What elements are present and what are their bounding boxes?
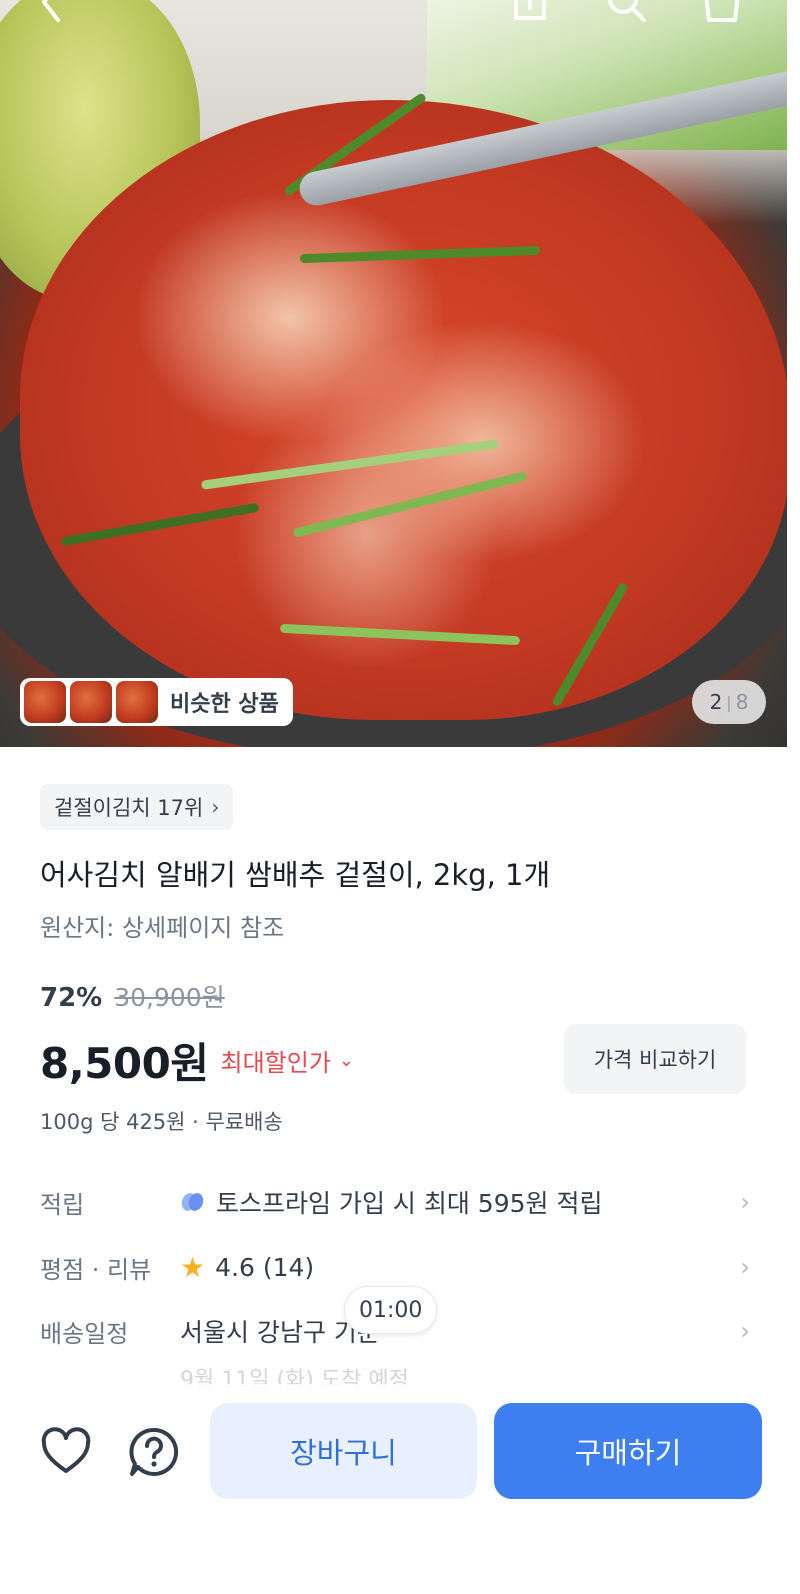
similar-thumbnail <box>70 681 112 723</box>
discount-row: 72% 30,900원 <box>40 978 225 1014</box>
rating-value: 4.6 (14) <box>215 1252 315 1282</box>
product-image[interactable]: 비슷한 상품 2 | 8 <box>0 0 787 747</box>
wishlist-button[interactable] <box>38 1424 94 1480</box>
page-current: 2 <box>709 690 723 714</box>
page-total: 8 <box>735 690 749 714</box>
max-discount-label: 최대할인가 <box>220 1049 331 1077</box>
buy-now-button[interactable]: 구매하기 <box>494 1403 762 1499</box>
rating-label: 평점 · 리뷰 <box>40 1255 152 1284</box>
inquiry-button[interactable] <box>126 1424 182 1480</box>
similar-products-label: 비슷한 상품 <box>170 692 279 717</box>
toss-prime-icon <box>181 1193 204 1211</box>
unit-price-shipping: 100g 당 425원 · 무료배송 <box>40 1110 283 1134</box>
max-discount-toggle[interactable]: 최대할인가 ⌄ <box>221 1043 355 1078</box>
points-label: 적립 <box>40 1190 85 1219</box>
rating-row[interactable]: 평점 · 리뷰 ★ 4.6 (14) › <box>40 1243 750 1291</box>
image-page-counter: 2 | 8 <box>692 680 766 724</box>
original-price: 30,900원 <box>114 983 225 1012</box>
delivery-label: 배송일정 <box>40 1319 129 1348</box>
page-separator: | <box>726 692 732 712</box>
points-row[interactable]: 적립 토스프라임 가입 시 최대 595원 적립 › <box>40 1178 750 1226</box>
back-arrow-icon[interactable] <box>28 0 76 26</box>
question-icon <box>129 1427 179 1476</box>
discount-rate: 72% <box>40 983 103 1013</box>
add-to-cart-button[interactable]: 장바구니 <box>210 1403 477 1499</box>
image-kimchi <box>20 100 787 720</box>
chevron-right-icon: › <box>740 1253 750 1281</box>
chevron-right-icon: › <box>740 1188 750 1216</box>
points-value: 토스프라임 가입 시 최대 595원 적립 <box>216 1189 603 1218</box>
rank-badge-label: 겉절이김치 17위 <box>54 796 204 820</box>
similar-products-button[interactable]: 비슷한 상품 <box>20 678 293 726</box>
star-icon: ★ <box>180 1250 206 1284</box>
sale-price: 8,500원 <box>40 1039 209 1088</box>
similar-thumbnail <box>116 681 158 723</box>
category-rank-badge[interactable]: 겉절이김치 17위 › <box>40 784 234 830</box>
timer-bubble: 01:00 <box>344 1286 438 1334</box>
price-compare-button[interactable]: 가격 비교하기 <box>564 1024 746 1094</box>
search-icon[interactable] <box>602 0 650 26</box>
similar-thumbnail <box>24 681 66 723</box>
product-origin: 원산지: 상세페이지 참조 <box>40 914 285 942</box>
price-row: 8,500원 최대할인가 ⌄ <box>40 1030 354 1091</box>
heart-icon <box>41 1427 91 1473</box>
chevron-right-icon: › <box>211 795 220 819</box>
share-icon[interactable] <box>506 0 554 26</box>
shopping-bag-icon[interactable] <box>698 0 746 26</box>
chevron-down-icon: ⌄ <box>338 1050 354 1071</box>
chevron-right-icon: › <box>740 1317 750 1345</box>
product-title: 어사김치 알배기 쌈배추 겉절이, 2kg, 1개 <box>40 858 551 892</box>
